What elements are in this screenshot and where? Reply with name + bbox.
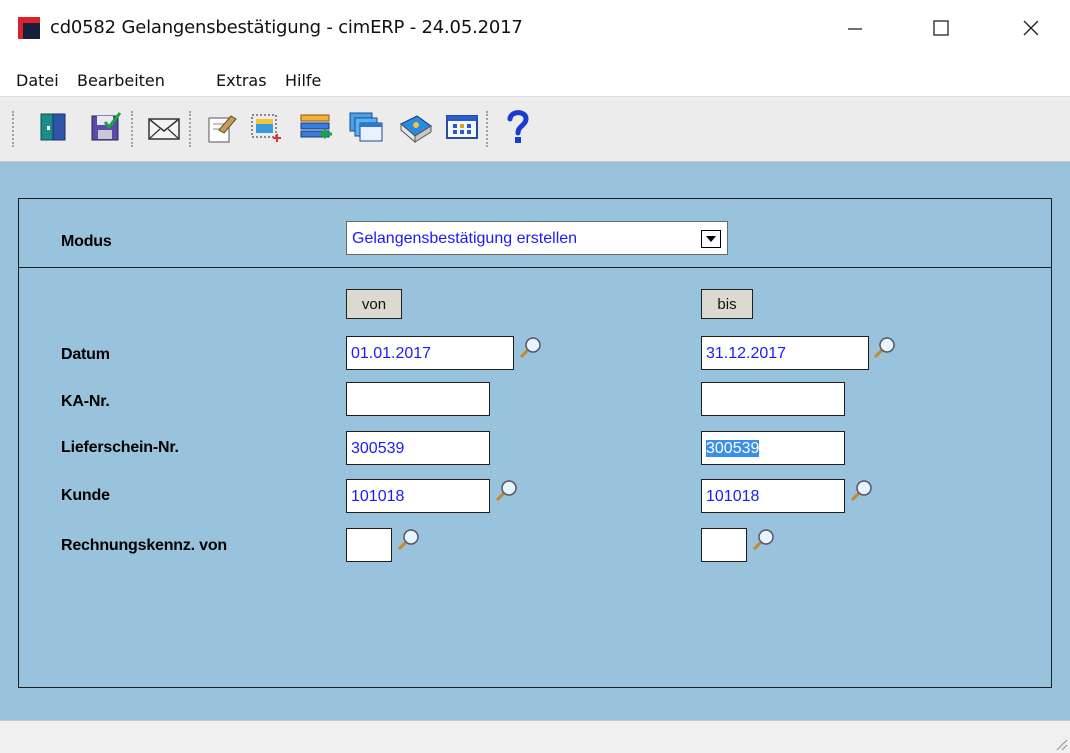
app-icon (18, 17, 40, 39)
help-icon[interactable] (498, 107, 538, 147)
kunde-from-field[interactable]: 101018 (346, 479, 490, 513)
datum-to-field[interactable]: 31.12.2017 (701, 336, 869, 370)
title-bar: cd0582 Gelangensbestätigung - cimERP - 2… (0, 0, 1070, 62)
new-record-icon[interactable] (246, 107, 286, 147)
chevron-down-icon[interactable] (701, 230, 721, 248)
toolbar (0, 96, 1070, 162)
ka-nr-label: KA-Nr. (61, 393, 110, 410)
book-icon[interactable] (396, 107, 436, 147)
exit-door-icon[interactable] (34, 107, 74, 147)
ka-nr-from-field[interactable] (346, 382, 490, 416)
rechnungskennz-from-search-icon[interactable] (395, 527, 421, 553)
bis-header: bis (701, 289, 753, 319)
edit-icon[interactable] (202, 107, 242, 147)
close-button[interactable] (1006, 6, 1056, 50)
modus-label: Modus (61, 233, 112, 250)
von-header: von (346, 289, 402, 319)
maximize-button[interactable] (916, 6, 966, 50)
selected-text: 300539 (706, 440, 760, 457)
datum-label: Datum (61, 346, 110, 363)
rechnungskennz-label: Rechnungskennz. von (61, 537, 227, 554)
divider (19, 267, 1051, 268)
datum-from-field[interactable]: 01.01.2017 (346, 336, 514, 370)
transfer-icon[interactable] (296, 107, 336, 147)
rechnungskennz-from-field[interactable] (346, 528, 392, 562)
datum-to-search-icon[interactable] (871, 335, 897, 361)
modus-select[interactable]: Gelangensbestätigung erstellen (346, 221, 728, 255)
kunde-label: Kunde (61, 487, 110, 504)
kunde-from-search-icon[interactable] (493, 478, 519, 504)
menu-datei[interactable]: Datei (16, 71, 59, 90)
table-icon[interactable] (442, 107, 482, 147)
main-area: Modus Gelangensbestätigung erstellen von… (0, 162, 1070, 720)
kunde-to-field[interactable]: 101018 (701, 479, 845, 513)
kunde-to-search-icon[interactable] (848, 478, 874, 504)
mail-icon[interactable] (144, 107, 184, 147)
windows-icon[interactable] (346, 107, 386, 147)
rechnungskennz-to-search-icon[interactable] (750, 527, 776, 553)
lieferschein-from-field[interactable]: 300539 (346, 431, 490, 465)
window-title: cd0582 Gelangensbestätigung - cimERP - 2… (50, 17, 523, 38)
menu-hilfe[interactable]: Hilfe (285, 71, 321, 90)
menu-extras[interactable]: Extras (216, 71, 267, 90)
rechnungskennz-to-field[interactable] (701, 528, 747, 562)
modus-value: Gelangensbestätigung erstellen (352, 230, 578, 247)
menu-bar: Datei Bearbeiten Extras Hilfe (0, 62, 1070, 96)
lieferschein-label: Lieferschein-Nr. (61, 439, 179, 456)
save-icon[interactable] (86, 107, 126, 147)
menu-bearbeiten[interactable]: Bearbeiten (77, 71, 165, 90)
minimize-button[interactable] (830, 6, 880, 50)
datum-from-search-icon[interactable] (517, 335, 543, 361)
status-bar (0, 720, 1070, 753)
ka-nr-to-field[interactable] (701, 382, 845, 416)
resize-grip-icon[interactable] (1054, 737, 1068, 751)
form-panel: Modus Gelangensbestätigung erstellen von… (18, 198, 1052, 688)
lieferschein-to-field[interactable]: 300539 (701, 431, 845, 465)
